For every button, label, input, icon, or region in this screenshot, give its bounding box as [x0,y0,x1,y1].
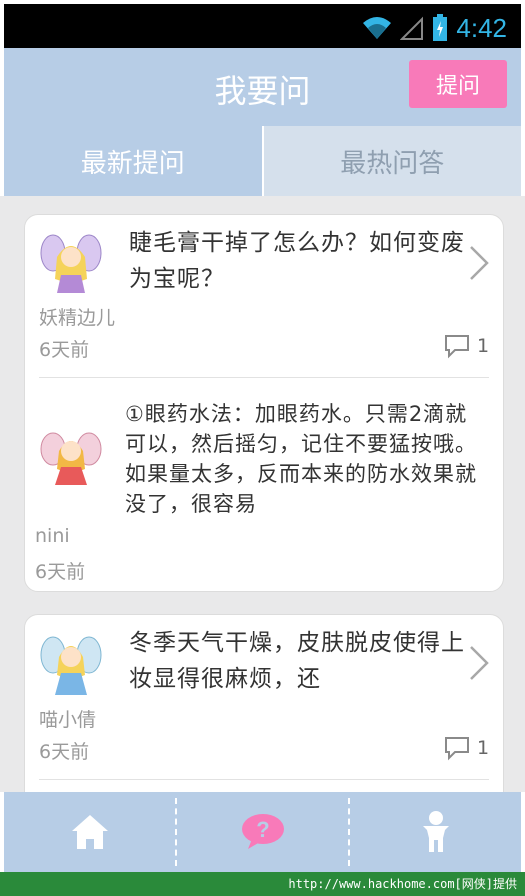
comment-count: 1 [477,737,490,759]
fairy-avatar-icon [40,432,102,485]
tab-bar: 最新提问 最热问答 [0,126,525,196]
question-feed[interactable]: 睫毛膏干掉了怎么办？如何变废为宝呢？ 妖精边儿 6天前 1 ①眼药水法：加眼药水… [0,196,525,792]
question-bubble-icon: ? [241,814,284,849]
comment-count: 1 [477,335,490,357]
person-icon [422,811,449,852]
question-author: 喵小倩 [39,709,97,731]
svg-text:?: ? [256,817,269,842]
question-text: 睫毛膏干掉了怎么办？如何变废为宝呢？ [129,230,465,292]
nav-questions[interactable]: ? [177,792,348,872]
cell-signal-icon [400,16,424,40]
ask-question-button[interactable]: 提问 [409,60,507,108]
question-card: 睫毛膏干掉了怎么办？如何变废为宝呢？ 妖精边儿 6天前 1 ①眼药水法：加眼药水… [24,214,504,592]
wifi-icon [363,17,392,39]
question-time: 6天前 [39,741,90,763]
nav-profile[interactable] [350,792,521,872]
status-icons: 4:42 [362,12,507,44]
question-card: 冬季天气干燥，皮肤脱皮使得上妆显得很麻烦，还 喵小倩 6天前 1 [24,614,504,792]
divider [39,377,489,378]
status-time: 4:42 [456,12,507,43]
watermark-text: http://www.hackhome.com[网侠]提供 [0,872,525,896]
comment-icon [445,737,469,761]
home-icon [71,815,108,849]
nav-home[interactable] [4,792,175,872]
answer-time: 6天前 [35,561,86,583]
comment-icon [445,335,469,359]
question-row[interactable]: 冬季天气干燥，皮肤脱皮使得上妆显得很麻烦，还 喵小倩 6天前 1 [25,615,503,775]
answer-text: ①眼药水法：加眼药水。只需2滴就可以，然后摇匀，记住不要猛按哦。如果量太多，反而… [125,402,477,516]
battery-icon [433,14,448,41]
question-author: 妖精边儿 [39,307,116,329]
status-bar: 4:42 [0,0,525,48]
tab-hot-answers[interactable]: 最热问答 [263,126,521,196]
question-time: 6天前 [39,339,90,361]
bottom-nav: ? [0,792,525,872]
answer-author: nini [35,525,70,547]
question-row[interactable]: 睫毛膏干掉了怎么办？如何变废为宝呢？ 妖精边儿 6天前 1 [25,215,503,375]
tab-latest-questions[interactable]: 最新提问 [4,126,264,196]
chevron-right-icon [470,246,489,280]
fairy-avatar-icon [40,636,102,695]
fairy-avatar-icon [40,234,102,293]
question-text: 冬季天气干燥，皮肤脱皮使得上妆显得很麻烦，还 [129,630,465,692]
divider [39,779,489,780]
chevron-right-icon [470,646,489,680]
app-header: 我要问 提问 [0,48,525,126]
app-screen: 4:42 我要问 提问 最新提问 最热问答 睫毛膏干掉了怎么办？如何变废为宝呢？ [0,0,525,872]
